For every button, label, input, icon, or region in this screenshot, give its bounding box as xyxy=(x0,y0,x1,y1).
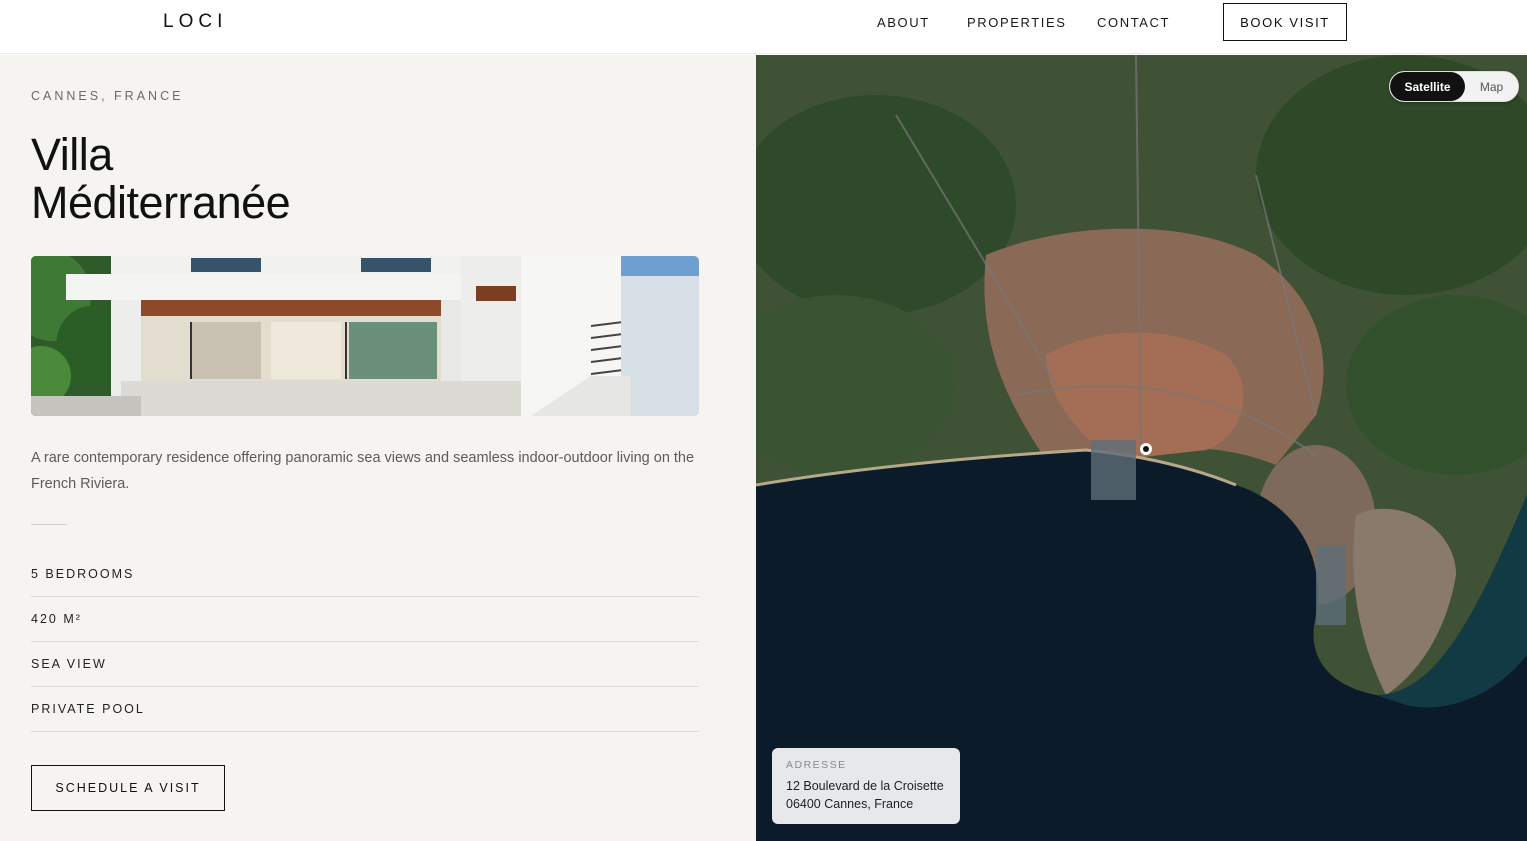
listing-location: CANNES, FRANCE xyxy=(31,89,184,103)
map-type-toggle[interactable]: Satellite Map xyxy=(1389,71,1519,102)
listing-panel: CANNES, FRANCE Villa Méditerranée A rare… xyxy=(0,55,756,841)
feature-private-pool: PRIVATE POOL xyxy=(31,687,699,732)
address-city: 06400 Cannes, France xyxy=(786,797,914,811)
feature-bedrooms: 5 BEDROOMS xyxy=(31,552,699,597)
satellite-toggle-button[interactable]: Satellite xyxy=(1390,72,1465,101)
nav-properties[interactable]: PROPERTIES xyxy=(967,15,1067,30)
villa-photo xyxy=(31,256,699,416)
address-card: ADRESSE 12 Boulevard de la Croisette 064… xyxy=(772,748,960,824)
listing-title-line2: Méditerranée xyxy=(31,177,291,228)
divider xyxy=(31,524,67,525)
feature-sea-view: SEA VIEW xyxy=(31,642,699,687)
map-imagery xyxy=(756,55,1527,841)
nav-contact[interactable]: CONTACT xyxy=(1097,15,1170,30)
listing-title: Villa Méditerranée xyxy=(31,129,291,228)
nav-about[interactable]: ABOUT xyxy=(877,15,930,30)
site-logo[interactable]: LOCI xyxy=(163,11,227,33)
map-toggle-button[interactable]: Map xyxy=(1465,72,1518,101)
satellite-map[interactable]: Satellite Map ADRESSE 12 Boulevard de la… xyxy=(756,55,1527,841)
schedule-visit-button[interactable]: SCHEDULE A VISIT xyxy=(31,765,225,811)
feature-list: 5 BEDROOMS 420 M² SEA VIEW PRIVATE POOL xyxy=(31,552,699,732)
feature-area: 420 M² xyxy=(31,597,699,642)
site-header: LOCI ABOUT PROPERTIES CONTACT BOOK VISIT xyxy=(0,0,1527,54)
listing-title-line1: Villa xyxy=(31,129,113,180)
listing-description: A rare contemporary residence offering p… xyxy=(31,450,695,492)
address-label: ADRESSE xyxy=(786,759,847,771)
book-visit-button[interactable]: BOOK VISIT xyxy=(1223,3,1347,41)
address-street: 12 Boulevard de la Croisette xyxy=(786,779,944,793)
